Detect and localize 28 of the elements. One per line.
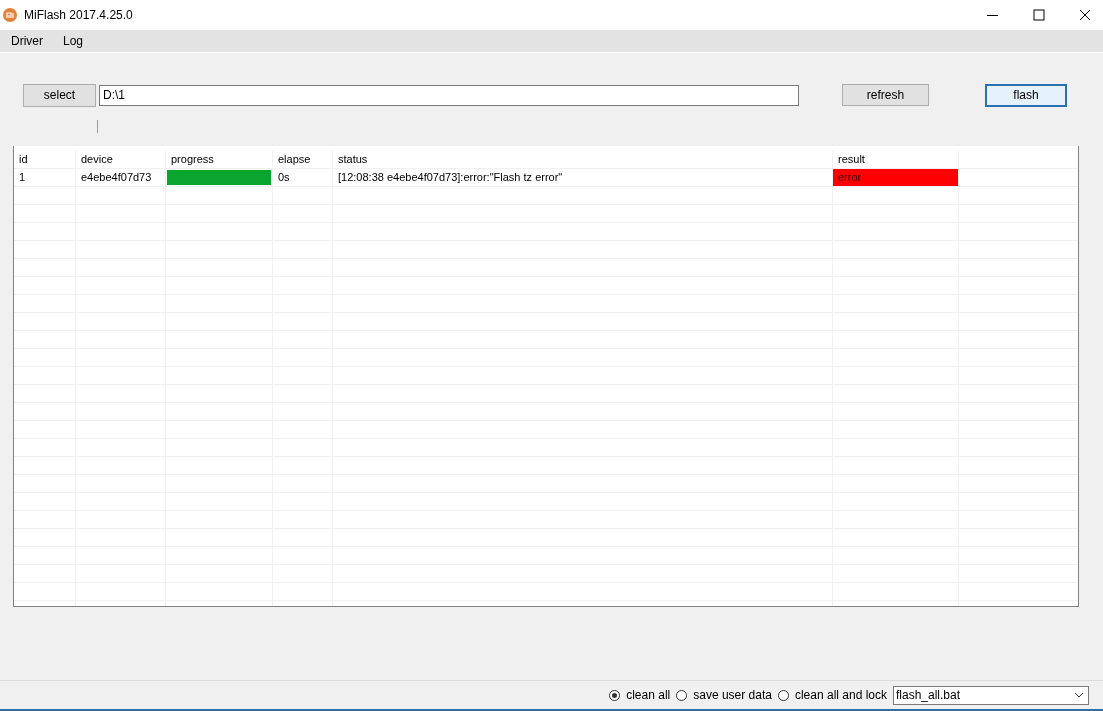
menu-item[interactable]: Driver bbox=[11, 34, 43, 48]
refresh-button[interactable]: refresh bbox=[842, 84, 929, 106]
maximize-icon[interactable] bbox=[1033, 9, 1045, 21]
option-label: clean all bbox=[626, 688, 671, 702]
app-logo-icon bbox=[3, 8, 17, 22]
column-header: result bbox=[833, 151, 959, 168]
radio-button[interactable] bbox=[609, 689, 621, 701]
column-header: progress bbox=[166, 151, 273, 168]
select-button[interactable]: select bbox=[23, 83, 96, 107]
radio-button[interactable] bbox=[676, 689, 688, 701]
column-header: elapse bbox=[273, 151, 333, 168]
table-cell: 0s bbox=[273, 169, 333, 186]
chevron-down-icon bbox=[1074, 692, 1084, 698]
result-cell: error bbox=[833, 169, 959, 186]
close-icon[interactable] bbox=[1079, 9, 1091, 21]
option-label: save user data bbox=[693, 688, 772, 702]
script-dropdown[interactable]: flash_all.bat bbox=[893, 685, 1089, 705]
table-cell: e4ebe4f07d73 bbox=[76, 169, 166, 186]
table-cell: 1 bbox=[14, 169, 76, 186]
option-label: clean all and lock bbox=[794, 688, 887, 702]
menu-item[interactable]: Log bbox=[63, 34, 84, 48]
column-header: id bbox=[14, 151, 76, 168]
column-header: device bbox=[76, 151, 166, 168]
radio-button[interactable] bbox=[777, 689, 789, 701]
column-header: status bbox=[333, 151, 833, 168]
flash-button[interactable]: flash bbox=[985, 83, 1067, 107]
path-field[interactable]: D:\1 bbox=[99, 84, 799, 106]
window-title: MiFlash 2017.4.25.0 bbox=[24, 8, 133, 22]
